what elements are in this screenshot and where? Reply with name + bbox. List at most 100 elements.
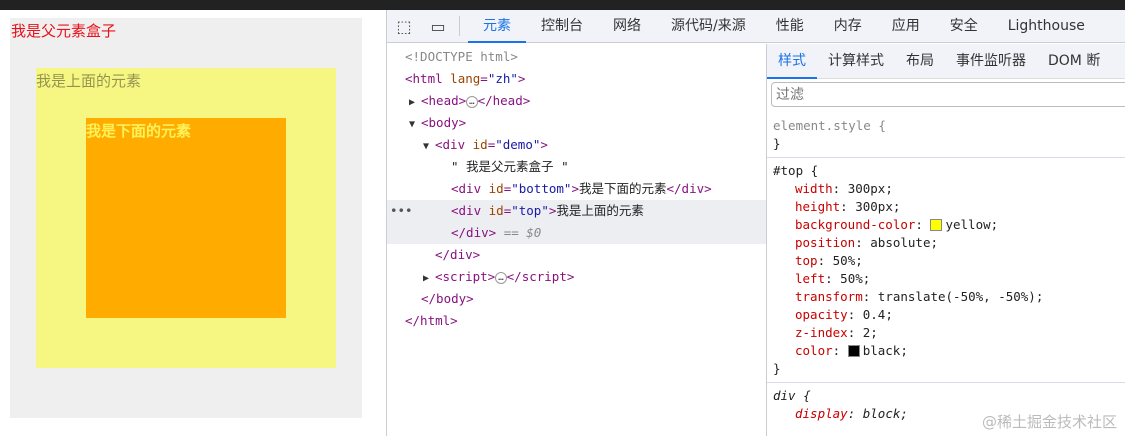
property-value: 50%; bbox=[832, 253, 863, 268]
divider bbox=[459, 16, 460, 36]
property-value: translate(-50%, -50%); bbox=[877, 289, 1044, 304]
tag: </div> bbox=[451, 225, 497, 240]
attr-value: "zh" bbox=[487, 71, 518, 86]
ellipsis-badge[interactable]: … bbox=[495, 271, 507, 284]
property-value: 300px; bbox=[855, 199, 901, 214]
expand-triangle-icon[interactable]: ▶ bbox=[409, 92, 421, 114]
property-name: transform bbox=[795, 289, 863, 304]
tab-performance[interactable]: 性能 bbox=[761, 10, 819, 43]
text-node: 我是上面的元素 bbox=[556, 203, 644, 218]
dom-tree: <!DOCTYPE html> <html lang="zh"> ▶ <head>… bbox=[387, 44, 766, 436]
tag: </head> bbox=[477, 93, 531, 108]
tag: </html> bbox=[405, 313, 458, 328]
property-value: 50%; bbox=[840, 271, 871, 286]
css-declaration[interactable]: top: 50%; bbox=[773, 252, 1120, 270]
selector: element.style { bbox=[773, 118, 886, 133]
tag: <script> bbox=[435, 269, 496, 284]
css-declaration[interactable]: z-index: 2; bbox=[773, 324, 1120, 342]
property-name: height bbox=[795, 199, 841, 214]
tag: > bbox=[540, 137, 548, 152]
attr-value: "demo" bbox=[495, 137, 541, 152]
dom-text-node[interactable]: " 我是父元素盒子 " bbox=[387, 156, 766, 178]
collapse-triangle-icon[interactable]: ▼ bbox=[409, 114, 421, 136]
tab-layout[interactable]: 布局 bbox=[895, 44, 945, 79]
tag: <div bbox=[451, 181, 482, 196]
tab-lighthouse[interactable]: Lighthouse bbox=[993, 10, 1100, 43]
dom-div-top-selected[interactable]: ••• <div id="top">我是上面的元素 </div> == $0 bbox=[387, 200, 766, 244]
css-declaration[interactable]: height: 300px; bbox=[773, 198, 1120, 216]
selector: #top { bbox=[773, 163, 819, 178]
tab-sources[interactable]: 源代码/来源 bbox=[656, 10, 761, 43]
text-node: " 我是父元素盒子 " bbox=[451, 159, 569, 174]
dom-head[interactable]: ▶ <head>… </head> bbox=[387, 90, 766, 112]
styles-pane: 样式 计算样式 布局 事件监听器 DOM 断 element.style { }… bbox=[766, 44, 1125, 436]
styles-filter-input[interactable] bbox=[771, 82, 1125, 107]
attr: id bbox=[488, 203, 504, 218]
tag: <div bbox=[451, 203, 482, 218]
tab-elements[interactable]: 元素 bbox=[468, 10, 526, 43]
dom-div-close[interactable]: </div> bbox=[387, 244, 766, 266]
css-declaration[interactable]: width: 300px; bbox=[773, 180, 1120, 198]
rule-top[interactable]: #top { width: 300px; height: 300px; backgr… bbox=[767, 158, 1125, 383]
property-name: left bbox=[795, 271, 826, 286]
css-declaration[interactable]: left: 50%; bbox=[773, 270, 1120, 288]
color-swatch-icon[interactable] bbox=[847, 345, 860, 357]
tab-styles[interactable]: 样式 bbox=[767, 44, 817, 79]
ellipsis-badge[interactable]: … bbox=[466, 95, 478, 108]
tab-dom-breakpoints[interactable]: DOM 断 bbox=[1037, 44, 1111, 79]
property-name: top bbox=[795, 253, 818, 268]
rule-element-style[interactable]: element.style { } bbox=[767, 113, 1125, 158]
tab-network[interactable]: 网络 bbox=[598, 10, 656, 43]
tab-application[interactable]: 应用 bbox=[877, 10, 935, 43]
expand-triangle-icon[interactable]: ▶ bbox=[423, 268, 435, 290]
selected-marker: == $0 bbox=[503, 225, 542, 240]
dom-div-demo[interactable]: ▼ <div id="demo"> bbox=[387, 134, 766, 156]
property-value: 0.4; bbox=[862, 307, 893, 322]
tab-computed[interactable]: 计算样式 bbox=[817, 44, 895, 79]
dom-body-close[interactable]: </body> bbox=[387, 288, 766, 310]
tag: </body> bbox=[421, 291, 474, 306]
top-box[interactable]: 我是上面的元素 bbox=[36, 68, 336, 368]
tag: <head> bbox=[421, 93, 467, 108]
tab-event-listeners[interactable]: 事件监听器 bbox=[945, 44, 1037, 79]
collapse-triangle-icon[interactable]: ▼ bbox=[423, 136, 435, 158]
tag: > bbox=[571, 181, 579, 196]
demo-parent-box[interactable]: 我是父元素盒子 我是下面的元素 我是上面的元素 bbox=[10, 18, 362, 418]
css-declaration[interactable]: background-color: yellow; bbox=[773, 216, 1120, 234]
property-name: display bbox=[795, 406, 848, 421]
device-toolbar-icon[interactable]: ▭ bbox=[421, 17, 455, 36]
tag: </script> bbox=[506, 269, 575, 284]
tag: <html bbox=[405, 71, 443, 86]
dom-script[interactable]: ▶ <script>… </script> bbox=[387, 266, 766, 288]
css-declaration[interactable]: position: absolute; bbox=[773, 234, 1120, 252]
css-declaration[interactable]: opacity: 0.4; bbox=[773, 306, 1120, 324]
property-value: 2; bbox=[862, 325, 878, 340]
property-value: block; bbox=[862, 406, 908, 421]
text-node: 我是下面的元素 bbox=[578, 181, 667, 196]
property-name: color bbox=[795, 343, 833, 358]
css-declaration[interactable]: transform: translate(-50%, -50%); bbox=[773, 288, 1120, 306]
dom-html-close[interactable]: </html> bbox=[387, 310, 766, 332]
top-text: 我是上面的元素 bbox=[36, 72, 142, 90]
brace: } bbox=[773, 136, 781, 151]
color-swatch-icon[interactable] bbox=[930, 219, 943, 231]
css-declaration[interactable]: color: black; bbox=[773, 342, 1120, 360]
tab-memory[interactable]: 内存 bbox=[819, 10, 877, 43]
dom-doctype[interactable]: <!DOCTYPE html> bbox=[387, 46, 766, 68]
dom-div-bottom[interactable]: <div id="bottom">我是下面的元素</div> bbox=[387, 178, 766, 200]
more-options-icon[interactable]: ••• bbox=[390, 200, 413, 222]
attr: id bbox=[472, 137, 488, 152]
tab-console[interactable]: 控制台 bbox=[526, 10, 598, 43]
inspect-element-icon[interactable]: ⬚ bbox=[387, 17, 421, 36]
devtools-toolbar: ⬚ ▭ 元素 控制台 网络 源代码/来源 性能 内存 应用 安全 Lightho… bbox=[387, 10, 1125, 43]
doctype-text: <!DOCTYPE html> bbox=[405, 49, 518, 64]
property-value: yellow; bbox=[945, 217, 999, 232]
selector: div { bbox=[773, 388, 811, 403]
property-name: opacity bbox=[795, 307, 848, 322]
dom-body[interactable]: ▼ <body> bbox=[387, 112, 766, 134]
tab-security[interactable]: 安全 bbox=[935, 10, 993, 43]
window-top-bar bbox=[0, 0, 1125, 10]
page-viewport: 我是父元素盒子 我是下面的元素 我是上面的元素 bbox=[0, 10, 386, 436]
dom-html[interactable]: <html lang="zh"> bbox=[387, 68, 766, 90]
tag: > bbox=[517, 71, 526, 86]
